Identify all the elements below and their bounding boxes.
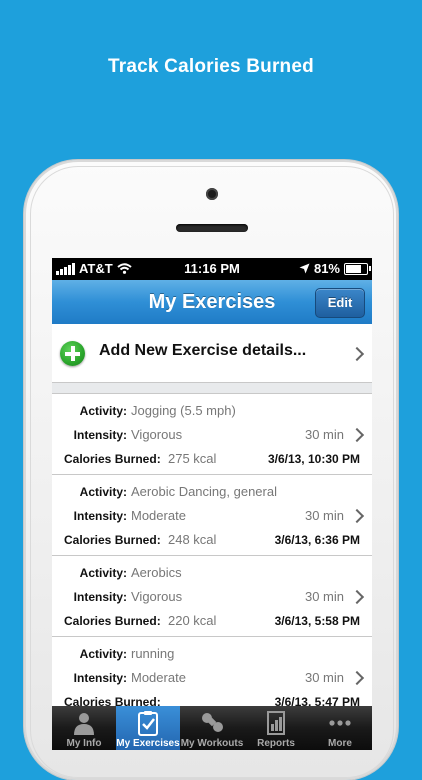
- exercise-row[interactable]: Activity: Jogging (5.5 mph) Intensity: V…: [52, 393, 372, 474]
- location-arrow-icon: [299, 263, 310, 274]
- activity-value: Jogging (5.5 mph): [131, 403, 236, 418]
- tab-label: More: [328, 738, 352, 749]
- duration-value: 30 min: [304, 589, 344, 604]
- exercise-list: Add New Exercise details... Activity: Jo…: [52, 324, 372, 717]
- duration-value: 30 min: [304, 670, 344, 685]
- calories-label: Calories Burned:: [64, 452, 161, 466]
- tab-more[interactable]: More: [308, 706, 372, 750]
- calories-value: 275 kcal: [168, 451, 217, 466]
- report-icon: [263, 710, 289, 739]
- duration-value: 30 min: [304, 427, 344, 442]
- tab-my-workouts[interactable]: My Workouts: [180, 706, 244, 750]
- tab-label: My Exercises: [116, 738, 180, 749]
- activity-label: Activity:: [79, 647, 127, 661]
- activity-label: Activity:: [79, 566, 127, 580]
- intensity-value: Moderate: [131, 670, 186, 685]
- intensity-label: Intensity:: [73, 509, 127, 523]
- edit-button[interactable]: Edit: [315, 288, 365, 318]
- intensity-label: Intensity:: [73, 428, 127, 442]
- battery-level: [346, 264, 362, 273]
- molecule-icon: [199, 710, 225, 739]
- calories-label: Calories Burned:: [64, 533, 161, 547]
- phone-screen: AT&T 11:16 PM 81% My Exercises Edit Add …: [52, 258, 372, 750]
- tab-label: Reports: [257, 738, 295, 749]
- tab-reports[interactable]: Reports: [244, 706, 308, 750]
- activity-label: Activity:: [79, 485, 127, 499]
- clipboard-icon: [135, 710, 161, 739]
- timestamp-value: 3/6/13, 5:58 PM: [274, 614, 360, 628]
- tab-my-exercises[interactable]: My Exercises: [116, 706, 180, 750]
- battery-percent: 81%: [313, 261, 340, 276]
- more-dots-icon: [327, 710, 353, 739]
- intensity-label: Intensity:: [73, 590, 127, 604]
- activity-value: running: [131, 646, 175, 661]
- exercise-row[interactable]: Activity: Aerobics Intensity: Vigorous 3…: [52, 555, 372, 636]
- add-plus-icon: [60, 341, 85, 366]
- tab-label: My Workouts: [180, 738, 244, 749]
- status-bar: AT&T 11:16 PM 81%: [52, 258, 372, 280]
- activity-value: Aerobic Dancing, general: [131, 484, 277, 499]
- activity-label: Activity:: [79, 404, 127, 418]
- chevron-right-icon: [349, 670, 365, 686]
- tab-label: My Info: [66, 738, 102, 749]
- chevron-right-icon: [349, 346, 365, 362]
- activity-value: Aerobics: [131, 565, 182, 580]
- battery-icon: [344, 262, 371, 275]
- intensity-value: Vigorous: [131, 589, 183, 604]
- add-exercise-label: Add New Exercise details...: [99, 342, 307, 359]
- calories-value: 220 kcal: [168, 613, 217, 628]
- calories-value: 248 kcal: [168, 532, 217, 547]
- earpiece-speaker: [176, 224, 248, 232]
- chevron-right-icon: [349, 508, 365, 524]
- exercise-row[interactable]: Activity: Aerobic Dancing, general Inten…: [52, 474, 372, 555]
- exercise-row[interactable]: Activity: running Intensity: Moderate 30…: [52, 636, 372, 717]
- navigation-bar: My Exercises Edit: [52, 280, 372, 325]
- intensity-label: Intensity:: [73, 671, 127, 685]
- chevron-right-icon: [349, 589, 365, 605]
- person-icon: [71, 710, 97, 739]
- intensity-value: Moderate: [131, 508, 186, 523]
- intensity-value: Vigorous: [131, 427, 183, 442]
- chevron-right-icon: [349, 427, 365, 443]
- timestamp-value: 3/6/13, 6:36 PM: [274, 533, 360, 547]
- promo-title: Track Calories Burned: [108, 56, 314, 77]
- add-exercise-row[interactable]: Add New Exercise details...: [52, 324, 372, 383]
- duration-value: 30 min: [304, 508, 344, 523]
- timestamp-value: 3/6/13, 10:30 PM: [267, 452, 360, 466]
- front-camera-icon: [206, 188, 218, 200]
- calories-label: Calories Burned:: [64, 614, 161, 628]
- tab-my-info[interactable]: My Info: [52, 706, 116, 750]
- tab-bar: My Info My Exercises My Workouts Reports…: [52, 706, 372, 750]
